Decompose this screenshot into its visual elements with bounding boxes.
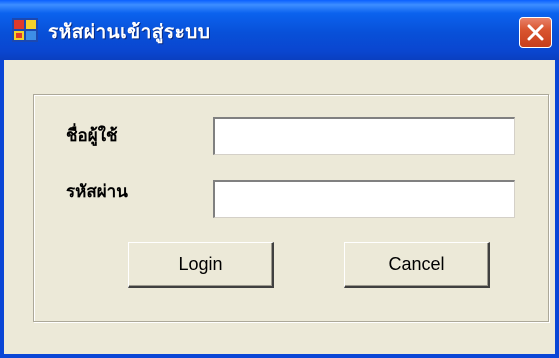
username-label: ชื่อผู้ใช้ — [66, 126, 118, 146]
title-bar[interactable]: รหัสผ่านเข้าสู่ระบบ — [0, 0, 559, 60]
cancel-button[interactable]: Cancel — [344, 242, 490, 288]
password-input[interactable] — [213, 180, 515, 218]
app-window-icon — [12, 18, 38, 42]
login-button[interactable]: Login — [128, 242, 274, 288]
close-button[interactable] — [519, 17, 552, 48]
close-x-icon — [527, 24, 544, 41]
login-dialog: รหัสผ่านเข้าสู่ระบบ ชื่อผู้ใช้ รหัสผ่าน … — [0, 0, 559, 358]
window-title: รหัสผ่านเข้าสู่ระบบ — [48, 21, 211, 43]
password-label: รหัสผ่าน — [66, 182, 128, 202]
username-input[interactable] — [213, 117, 515, 155]
